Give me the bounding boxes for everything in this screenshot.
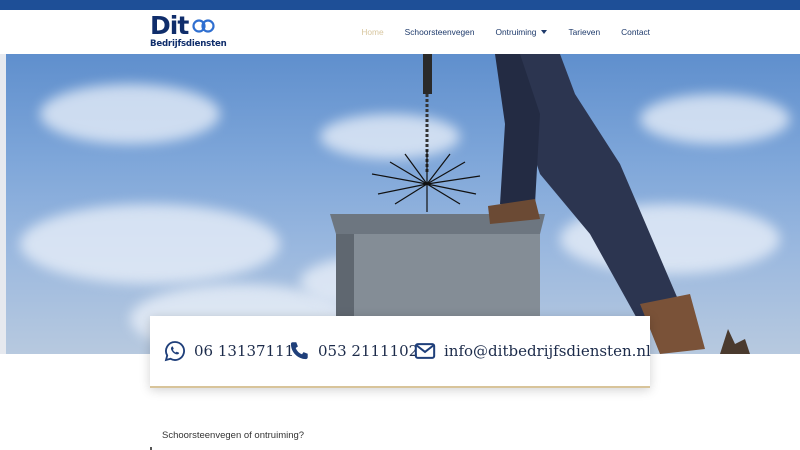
nav-contact[interactable]: Contact xyxy=(621,27,650,37)
nav-ontruiming[interactable]: Ontruiming xyxy=(496,27,548,37)
hero-left-strip xyxy=(0,54,6,354)
whatsapp-number: 06 13137111 xyxy=(194,342,295,360)
whatsapp-contact[interactable]: 06 13137111 xyxy=(164,340,294,362)
top-accent-bar xyxy=(0,0,800,10)
chimney-sweep-illustration xyxy=(330,54,750,354)
nav-schoorsteenvegen-label: Schoorsteenvegen xyxy=(404,27,475,37)
main-nav: Home Schoorsteenvegen Ontruiming Tarieve… xyxy=(340,10,650,54)
nav-tarieven-label: Tarieven xyxy=(568,27,601,37)
phone-icon xyxy=(290,342,308,360)
logo-rings-icon xyxy=(192,19,215,33)
intro-heading: Schoorsteenvegen of ontruiming? xyxy=(162,430,305,441)
contact-card: 06 13137111 053 2111102 info@ditbedrijfs… xyxy=(150,316,651,388)
nav-contact-label: Contact xyxy=(621,27,650,37)
envelope-icon xyxy=(414,343,436,359)
nav-tarieven[interactable]: Tarieven xyxy=(568,27,600,37)
nav-schoorsteenvegen[interactable]: Schoorsteenvegen xyxy=(405,27,475,37)
email-address: info@ditbedrijfsdiensten.nl xyxy=(444,342,651,360)
nav-home-label: Home xyxy=(361,27,384,37)
site-logo[interactable]: Dit Bedrijfsdiensten xyxy=(150,11,227,50)
nav-ontruiming-label: Ontruiming xyxy=(495,27,537,37)
phone-contact[interactable]: 053 2111102 xyxy=(288,340,418,362)
phone-number: 053 2111102 xyxy=(318,342,419,360)
site-header: Dit Bedrijfsdiensten Home Schoorsteenveg… xyxy=(0,10,800,54)
hero-image xyxy=(0,54,800,354)
whatsapp-icon xyxy=(164,341,185,362)
logo-brand: Dit xyxy=(150,11,189,40)
nav-home[interactable]: Home xyxy=(361,27,383,37)
email-contact[interactable]: info@ditbedrijfsdiensten.nl xyxy=(414,340,651,362)
logo-subtitle: Bedrijfsdiensten xyxy=(150,39,227,49)
chevron-down-icon xyxy=(541,30,548,34)
